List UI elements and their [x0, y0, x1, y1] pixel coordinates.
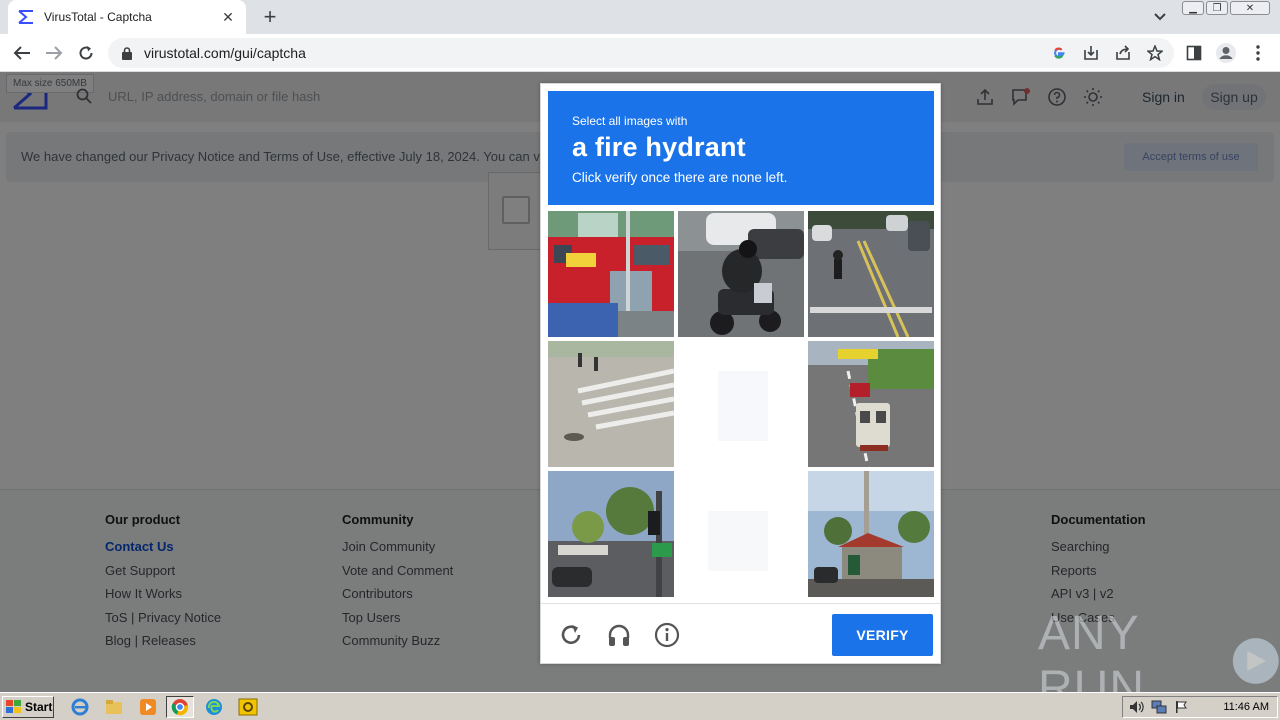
verify-button[interactable]: VERIFY: [832, 614, 933, 656]
tab-strip: VirusTotal - Captcha ✕ + ▁ ❐ ✕: [0, 0, 1280, 34]
captcha-tile-7[interactable]: [548, 471, 674, 597]
captcha-tile-8[interactable]: [678, 471, 804, 597]
tab-title: VirusTotal - Captcha: [44, 10, 152, 24]
prompt-intro: Select all images with: [572, 114, 688, 128]
minimize-button[interactable]: ▁: [1182, 1, 1204, 15]
bookmark-star-icon[interactable]: [1146, 43, 1164, 63]
anyrun-logo-icon: [1233, 638, 1280, 684]
share-icon[interactable]: [1114, 43, 1132, 63]
close-window-button[interactable]: ✕: [1230, 1, 1270, 15]
internet-explorer-icon[interactable]: [66, 696, 94, 718]
start-label: Start: [25, 700, 53, 714]
info-icon[interactable]: [653, 621, 681, 649]
refresh-icon[interactable]: [557, 621, 585, 649]
browser-toolbar: virustotal.com/gui/captcha: [0, 34, 1280, 72]
captcha-challenge: Select all images with a fire hydrant Cl…: [540, 83, 941, 664]
captcha-tile-9[interactable]: [808, 471, 934, 597]
close-tab-icon[interactable]: ✕: [220, 9, 236, 25]
virustotal-icon: [18, 9, 34, 25]
system-tray: 11:46 AM: [1122, 696, 1278, 718]
restore-button[interactable]: ❐: [1206, 1, 1228, 15]
forward-icon[interactable]: [42, 41, 66, 65]
captcha-tile-3[interactable]: [808, 211, 934, 337]
captcha-tile-1[interactable]: [548, 211, 674, 337]
taskbar-clock: 11:46 AM: [1223, 701, 1269, 713]
kebab-menu-icon[interactable]: [1246, 41, 1270, 65]
captcha-tile-5[interactable]: [678, 341, 804, 467]
lock-icon[interactable]: [120, 46, 134, 60]
windows-logo-icon: [6, 700, 21, 713]
window-controls: ▁ ❐ ✕: [1182, 1, 1270, 15]
edge-icon[interactable]: [200, 696, 228, 718]
audio-challenge-icon[interactable]: [605, 621, 633, 649]
back-icon[interactable]: [10, 41, 34, 65]
side-panel-icon[interactable]: [1182, 41, 1206, 65]
captcha-tile-2[interactable]: [678, 211, 804, 337]
prompt-target: a fire hydrant: [572, 132, 746, 162]
reload-icon[interactable]: [74, 41, 98, 65]
start-button[interactable]: Start: [2, 696, 54, 718]
volume-icon[interactable]: [1129, 699, 1145, 715]
captcha-prompt: Select all images with a fire hydrant Cl…: [548, 91, 934, 205]
chevron-down-icon[interactable]: [1150, 8, 1170, 26]
captcha-footer: VERIFY: [541, 603, 940, 664]
captcha-tile-4[interactable]: [548, 341, 674, 467]
install-app-icon[interactable]: [1082, 43, 1100, 63]
address-bar[interactable]: virustotal.com/gui/captcha: [108, 38, 1174, 68]
google-icon[interactable]: [1050, 43, 1068, 63]
new-tab-button[interactable]: +: [258, 4, 282, 29]
prompt-instruction: Click verify once there are none left.: [572, 170, 788, 185]
captcha-tile-6[interactable]: [808, 341, 934, 467]
file-explorer-icon[interactable]: [100, 696, 128, 718]
profile-avatar-icon[interactable]: [1214, 41, 1238, 65]
chrome-icon[interactable]: [166, 696, 194, 718]
windows-taskbar: Start 11:46 AM: [0, 692, 1280, 720]
tab-virustotal[interactable]: VirusTotal - Captcha ✕: [8, 0, 246, 34]
network-icon[interactable]: [1151, 699, 1167, 715]
action-center-flag-icon[interactable]: [1173, 699, 1189, 715]
media-player-icon[interactable]: [134, 696, 162, 718]
norton-icon[interactable]: [234, 696, 262, 718]
url-text: virustotal.com/gui/captcha: [144, 45, 306, 61]
